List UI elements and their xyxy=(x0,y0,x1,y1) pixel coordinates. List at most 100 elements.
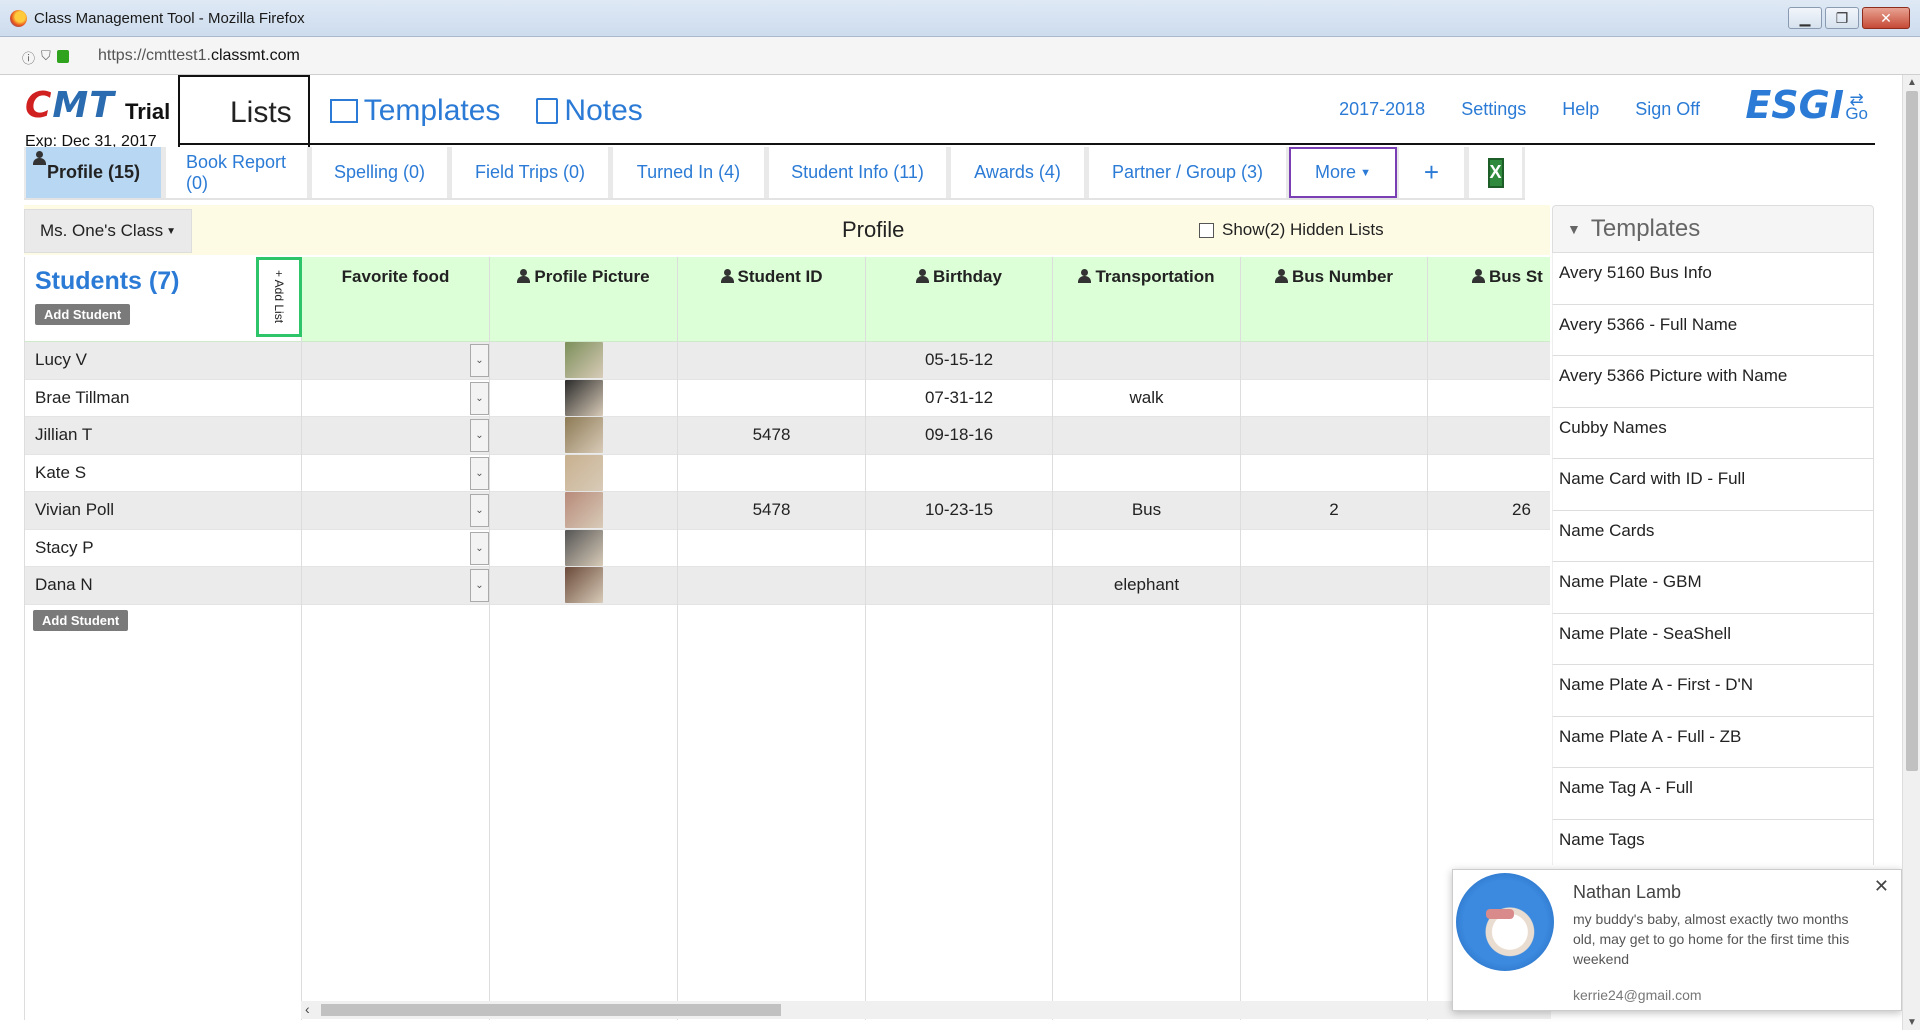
bus-stop-cell[interactable] xyxy=(1428,380,1550,417)
tab-templates[interactable]: Templates xyxy=(314,75,517,146)
bus-number-cell[interactable] xyxy=(1241,380,1427,417)
template-item[interactable]: Avery 5160 Bus Info xyxy=(1552,253,1874,305)
maximize-button[interactable]: ❐ xyxy=(1825,7,1859,29)
profile-picture-cell[interactable] xyxy=(490,379,677,417)
chevron-down-icon[interactable]: ⌄ xyxy=(470,419,489,452)
student-name-cell[interactable]: Stacy P xyxy=(25,530,301,567)
tab-lists[interactable]: Lists xyxy=(178,75,310,307)
bus-number-cell[interactable] xyxy=(1241,342,1427,380)
url-text[interactable]: https://cmttest1.classmt.com xyxy=(98,47,300,65)
hidden-lists-checkbox[interactable] xyxy=(1199,222,1214,238)
bus-number-cell[interactable]: 2 xyxy=(1241,492,1427,530)
bus-stop-cell[interactable] xyxy=(1428,417,1550,455)
bus-stop-cell[interactable] xyxy=(1428,567,1550,605)
help-link[interactable]: Help xyxy=(1562,99,1599,120)
sign-off-link[interactable]: Sign Off xyxy=(1635,99,1700,120)
bus-number-header[interactable]: Bus Number xyxy=(1241,257,1427,342)
list-tab-partner-group[interactable]: Partner / Group (3) xyxy=(1087,147,1289,198)
vertical-scrollbar[interactable]: ▲ ▼ xyxy=(1902,75,1920,1030)
list-tab-awards[interactable]: Awards (4) xyxy=(949,147,1087,198)
transportation-cell[interactable]: Bus xyxy=(1053,492,1240,530)
list-tab-field-trips[interactable]: Field Trips (0) xyxy=(450,147,611,198)
transportation-cell[interactable] xyxy=(1053,342,1240,380)
favorite-food-cell[interactable]: ⌄ xyxy=(302,492,489,530)
favorite-food-cell[interactable]: ⌄ xyxy=(302,567,489,605)
info-icon[interactable]: ⓘ xyxy=(22,48,35,67)
school-year-link[interactable]: 2017-2018 xyxy=(1339,99,1425,120)
more-tabs-dropdown[interactable]: More ▼ xyxy=(1289,147,1397,198)
birthday-cell[interactable]: 10-23-15 xyxy=(866,492,1052,530)
chevron-down-icon[interactable]: ⌄ xyxy=(470,456,489,490)
esgi-go-button[interactable]: ⇄ Go xyxy=(1845,91,1868,122)
security-indicators[interactable]: ⓘ ⛉ xyxy=(22,48,69,67)
close-window-button[interactable]: ✕ xyxy=(1862,7,1910,29)
list-tab-student-info[interactable]: Student Info (11) xyxy=(767,147,949,198)
show-hidden-lists[interactable]: Show(2) Hidden Lists xyxy=(1199,220,1384,240)
bus-number-cell[interactable] xyxy=(1241,417,1427,455)
template-item[interactable]: Name Tags xyxy=(1552,819,1874,865)
template-item[interactable]: Name Plate - SeaShell xyxy=(1552,613,1874,665)
bus-stop-cell[interactable] xyxy=(1428,455,1550,492)
minimize-button[interactable]: ▁ xyxy=(1788,7,1822,29)
settings-link[interactable]: Settings xyxy=(1461,99,1526,120)
favorite-food-cell[interactable]: ⌄ xyxy=(302,342,489,380)
list-tab-book-report[interactable]: Book Report (0) xyxy=(164,147,310,198)
bus-number-cell[interactable] xyxy=(1241,567,1427,605)
horizontal-scroll-thumb[interactable] xyxy=(321,1004,781,1016)
bus-number-cell[interactable] xyxy=(1241,455,1427,492)
student-id-cell[interactable] xyxy=(678,530,865,567)
horizontal-scrollbar[interactable]: ‹ xyxy=(301,1001,1551,1019)
template-item[interactable]: Name Tag A - Full xyxy=(1552,768,1874,820)
profile-picture-cell[interactable] xyxy=(490,492,677,530)
profile-picture-cell[interactable] xyxy=(490,454,677,492)
student-photo[interactable] xyxy=(564,342,603,379)
list-tab-spelling[interactable]: Spelling (0) xyxy=(310,147,450,198)
student-id-cell[interactable] xyxy=(678,342,865,380)
add-list-tab-button[interactable]: + xyxy=(1397,147,1467,198)
favorite-food-header[interactable]: Favorite food xyxy=(302,257,489,342)
favorite-food-cell[interactable]: ⌄ xyxy=(302,530,489,567)
student-photo[interactable] xyxy=(564,454,603,491)
student-name-cell[interactable]: Kate S xyxy=(25,455,301,492)
student-name-cell[interactable]: Vivian Poll xyxy=(25,492,301,530)
birthday-header[interactable]: Birthday xyxy=(866,257,1052,342)
export-excel-button[interactable]: X xyxy=(1467,147,1525,198)
chat-notification[interactable]: Nathan Lamb my buddy's baby, almost exac… xyxy=(1452,869,1902,1011)
template-item[interactable]: Name Plate A - First - D'N xyxy=(1552,665,1874,717)
chevron-down-icon[interactable]: ⌄ xyxy=(470,381,489,415)
student-photo[interactable] xyxy=(564,379,603,416)
esgi-logo[interactable]: ESGI xyxy=(1745,83,1844,127)
scroll-up-icon[interactable]: ▲ xyxy=(1907,77,1917,88)
student-id-cell[interactable] xyxy=(678,567,865,605)
birthday-cell[interactable]: 05-15-12 xyxy=(866,342,1052,380)
class-selector[interactable]: Ms. One's Class ▼ xyxy=(24,209,192,253)
student-id-cell[interactable]: 5478 xyxy=(678,492,865,530)
transportation-cell[interactable]: walk xyxy=(1053,380,1240,417)
add-student-button[interactable]: Add Student xyxy=(35,304,131,325)
chevron-down-icon[interactable]: ⌄ xyxy=(470,531,489,565)
add-student-button[interactable]: Add Student xyxy=(33,609,129,631)
student-photo[interactable] xyxy=(564,567,603,604)
birthday-cell[interactable] xyxy=(866,530,1052,567)
template-item[interactable]: Name Card with ID - Full xyxy=(1552,459,1874,511)
transportation-cell[interactable]: elephant xyxy=(1053,567,1240,605)
student-name-cell[interactable]: Lucy V xyxy=(25,342,301,380)
student-id-header[interactable]: Student ID xyxy=(678,257,865,342)
template-item[interactable]: Cubby Names xyxy=(1552,407,1874,459)
student-name-cell[interactable]: Dana N xyxy=(25,567,301,605)
list-tab-turned-in[interactable]: Turned In (4) xyxy=(611,147,767,198)
chevron-down-icon[interactable]: ⌄ xyxy=(470,344,489,377)
tab-notes[interactable]: Notes xyxy=(520,75,658,146)
scroll-left-icon[interactable]: ‹ xyxy=(305,1001,310,1017)
chevron-down-icon[interactable]: ⌄ xyxy=(470,569,489,602)
student-id-cell[interactable] xyxy=(678,380,865,417)
profile-picture-cell[interactable] xyxy=(490,529,677,567)
template-item[interactable]: Name Plate - GBM xyxy=(1552,562,1874,614)
transportation-cell[interactable] xyxy=(1053,530,1240,567)
url-bar[interactable]: ⓘ ⛉ https://cmttest1.classmt.com xyxy=(0,37,1920,75)
birthday-cell[interactable] xyxy=(866,567,1052,605)
bus-stop-cell[interactable]: 26 xyxy=(1428,492,1550,530)
student-name-cell[interactable]: Brae Tillman xyxy=(25,380,301,417)
profile-picture-header[interactable]: Profile Picture xyxy=(490,257,677,342)
profile-picture-cell[interactable] xyxy=(490,342,677,380)
